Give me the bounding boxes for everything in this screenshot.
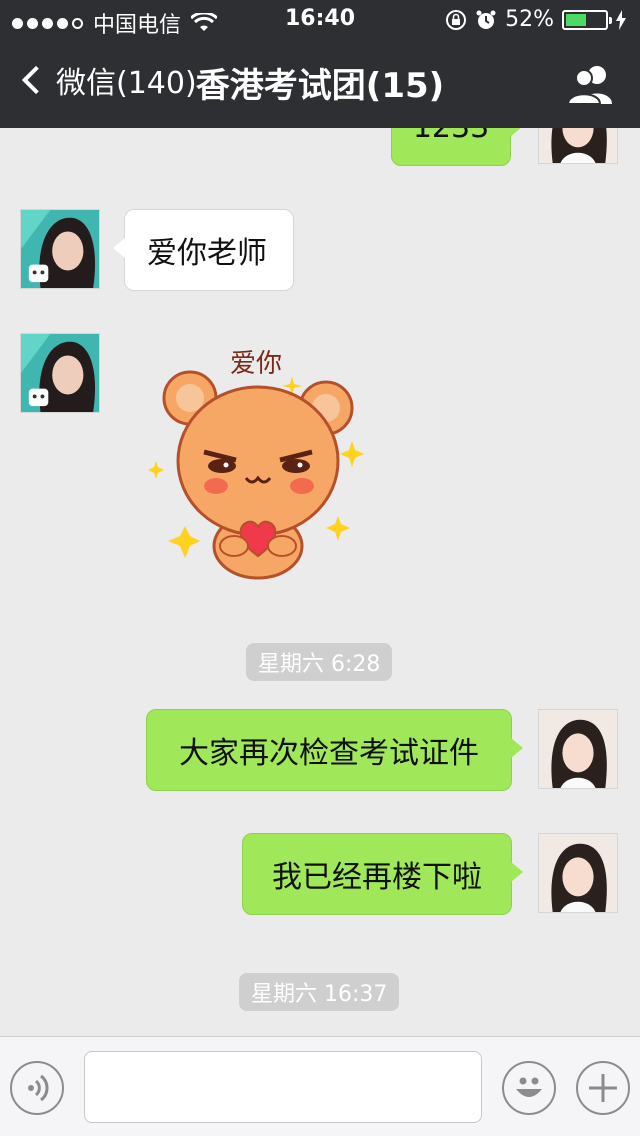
timestamp-text: 星期六 16:37 <box>251 982 388 1007</box>
timestamp: 星期六 16:37 <box>239 973 400 1011</box>
voice-icon <box>28 1074 49 1102</box>
avatar-self[interactable] <box>538 833 618 913</box>
sticker-bear[interactable]: 爱你 <box>140 336 380 586</box>
message-bubble-in[interactable]: 爱你老师 <box>113 209 294 291</box>
message-bubble-out[interactable]: 我已经再楼下啦 <box>242 833 523 915</box>
status-right: 52% <box>445 7 626 32</box>
rotation-lock-icon <box>446 9 467 30</box>
battery-icon <box>562 9 612 30</box>
group-members-icon[interactable] <box>566 64 616 104</box>
battery-percent: 52% <box>505 7 554 32</box>
message-bubble-out[interactable]: 大家再次检查考试证件 <box>146 709 523 791</box>
charging-icon <box>616 9 626 30</box>
nav-bar: 微信(140) 香港考试团(15) <box>0 40 640 128</box>
chat-area[interactable]: 1233 爱你老师 爱你 <box>0 128 640 1036</box>
timestamp: 星期六 6:28 <box>246 643 393 681</box>
avatar-self[interactable] <box>538 709 618 789</box>
bear-heart-sticker-icon: 爱你 <box>148 349 364 580</box>
plus-icon <box>589 1074 617 1102</box>
alarm-icon <box>476 10 496 29</box>
avatar-other[interactable] <box>20 209 100 289</box>
message-text: 我已经再楼下啦 <box>272 860 482 895</box>
message-text: 1233 <box>413 128 489 145</box>
status-bar: 中国电信 16:40 52% <box>0 0 640 40</box>
message-input[interactable] <box>84 1051 482 1123</box>
message-text: 爱你老师 <box>147 236 267 271</box>
message-bubble-out[interactable]: 1233 <box>391 128 522 166</box>
voice-button[interactable] <box>10 1061 64 1115</box>
sticker-text: 爱你 <box>230 349 282 379</box>
avatar-self[interactable] <box>538 128 618 164</box>
emoji-button[interactable] <box>502 1061 556 1115</box>
message-text: 大家再次检查考试证件 <box>179 736 479 771</box>
avatar-other[interactable] <box>20 333 100 413</box>
plus-button[interactable] <box>576 1061 630 1115</box>
emoji-icon <box>516 1077 542 1097</box>
top-bar: 中国电信 16:40 52% 微信(140) 香港考试团(15) <box>0 0 640 128</box>
page-title: 香港考试团(15) <box>195 66 445 106</box>
timestamp-text: 星期六 6:28 <box>258 652 381 677</box>
input-bar <box>0 1036 640 1136</box>
